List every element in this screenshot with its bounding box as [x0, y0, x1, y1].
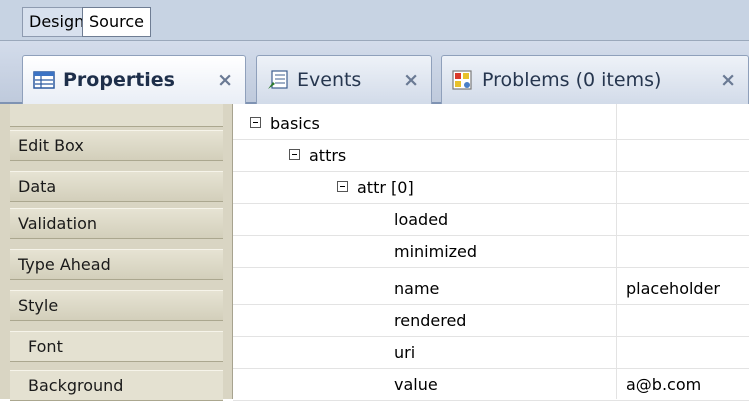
source-tab[interactable]: Source: [82, 7, 151, 37]
tree-row-attrs[interactable]: attrs: [233, 140, 749, 172]
property-name: basics: [270, 114, 320, 133]
sidebar-item-font[interactable]: Font: [10, 331, 223, 362]
close-icon[interactable]: ×: [720, 69, 736, 91]
sidebar-item-style[interactable]: Style: [10, 290, 223, 321]
problems-icon: [452, 70, 472, 90]
sidebar-item-edit-box[interactable]: Edit Box: [10, 130, 223, 161]
property-name: minimized: [394, 242, 478, 261]
tab-events[interactable]: Events ×: [256, 55, 432, 104]
property-value[interactable]: a@b.com: [626, 375, 701, 394]
tab-properties-label: Properties: [63, 69, 175, 91]
events-icon: [268, 70, 288, 89]
sidebar-item-data[interactable]: Data: [10, 171, 223, 202]
property-name: name: [394, 279, 440, 298]
tree-row-basics[interactable]: basics: [233, 108, 749, 140]
tree-row-attr-0[interactable]: attr [0]: [233, 172, 749, 204]
property-name: uri: [394, 343, 416, 362]
sidebar-item-background[interactable]: Background: [10, 370, 223, 401]
property-name: attrs: [309, 146, 347, 165]
tree-row-rendered[interactable]: rendered: [233, 305, 749, 337]
tree-row-uri[interactable]: uri: [233, 337, 749, 369]
close-icon[interactable]: ×: [403, 69, 419, 91]
tree-row-name[interactable]: name placeholder: [233, 273, 749, 305]
close-icon[interactable]: ×: [217, 69, 233, 91]
editor-mode-bar: Design Source: [0, 0, 749, 41]
tab-problems-label: Problems (0 items): [482, 69, 662, 91]
design-tab[interactable]: Design: [22, 7, 92, 37]
tab-properties[interactable]: Properties ×: [22, 55, 246, 104]
property-name: value: [394, 375, 438, 394]
property-name: attr [0]: [357, 178, 414, 197]
property-value[interactable]: placeholder: [626, 279, 720, 298]
collapse-icon[interactable]: [289, 149, 300, 160]
tree-row-minimized[interactable]: minimized: [233, 236, 749, 268]
collapse-icon[interactable]: [337, 181, 348, 192]
property-tree-grid: basics attrs attr [0] loaded minimized n…: [233, 104, 749, 401]
tree-row-value[interactable]: value a@b.com: [233, 369, 749, 401]
tab-problems[interactable]: Problems (0 items) ×: [441, 55, 749, 104]
property-category-sidebar: Edit Box Data Validation Type Ahead Styl…: [0, 104, 233, 401]
sidebar-header-strip: [10, 104, 223, 127]
tree-row-loaded[interactable]: loaded: [233, 204, 749, 236]
sidebar-item-validation[interactable]: Validation: [10, 208, 223, 239]
panel-tab-bar: Properties × Events × Problems (0 items)…: [0, 41, 749, 104]
sidebar-item-type-ahead[interactable]: Type Ahead: [10, 249, 223, 280]
collapse-icon[interactable]: [250, 117, 261, 128]
properties-icon: [33, 71, 55, 89]
property-name: rendered: [394, 311, 467, 330]
tab-events-label: Events: [297, 69, 362, 91]
property-name: loaded: [394, 210, 449, 229]
